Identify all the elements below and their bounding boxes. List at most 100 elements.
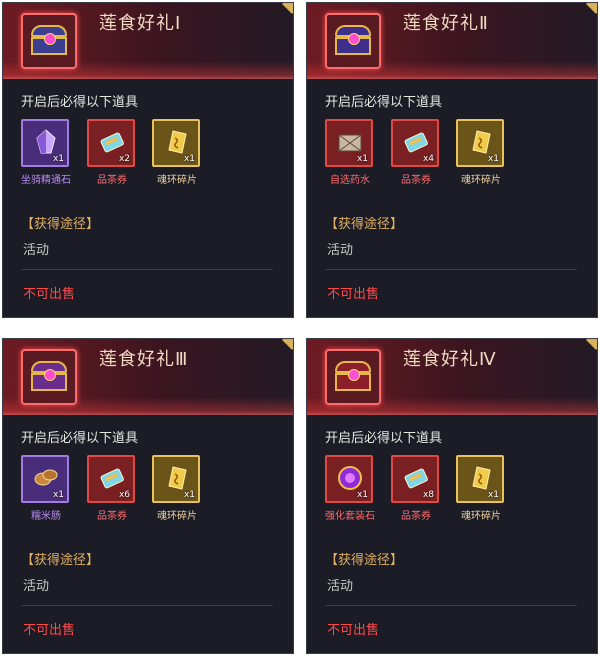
tea-ticket-icon xyxy=(99,465,125,491)
soul-ring-shard-icon xyxy=(164,129,190,155)
crystal-icon xyxy=(33,129,59,155)
item-name: 魂环碎片 xyxy=(157,511,197,522)
gift-title: 莲食好礼Ⅲ xyxy=(99,349,189,370)
item-slot[interactable]: x8 xyxy=(391,455,439,503)
item-count: x1 xyxy=(52,154,64,164)
contents-subtitle: 开启后必得以下道具 xyxy=(325,431,443,446)
reward-item[interactable]: x4 品茶券 xyxy=(391,119,441,186)
gift-title: 莲食好礼Ⅳ xyxy=(403,349,497,370)
contents-subtitle: 开启后必得以下道具 xyxy=(325,95,443,110)
chest-slot[interactable] xyxy=(21,349,77,405)
sell-status: 不可出售 xyxy=(327,623,380,638)
item-name: 自选药水 xyxy=(330,175,370,186)
source-label: 【获得途径】 xyxy=(21,553,100,568)
treasure-chest-icon xyxy=(31,361,67,391)
item-count: x1 xyxy=(356,154,368,164)
reward-item[interactable]: x1 糯米肠 xyxy=(21,455,71,522)
item-slot[interactable]: x2 xyxy=(87,119,135,167)
item-count: x4 xyxy=(422,154,434,164)
sell-status: 不可出售 xyxy=(23,623,76,638)
reward-item[interactable]: x1 坐骑精通石 xyxy=(21,119,71,186)
item-slot[interactable]: x1 xyxy=(152,455,200,503)
item-name: 品茶券 xyxy=(97,175,127,186)
soul-ring-shard-icon xyxy=(468,129,494,155)
treasure-chest-icon xyxy=(31,25,67,55)
reward-item[interactable]: x8 品茶券 xyxy=(391,455,441,522)
item-count: x1 xyxy=(52,490,64,500)
item-count: x2 xyxy=(118,154,130,164)
item-name: 品茶券 xyxy=(401,511,431,522)
tea-ticket-icon xyxy=(403,129,429,155)
reward-item[interactable]: x2 品茶券 xyxy=(87,119,137,186)
item-slot[interactable]: x1 xyxy=(152,119,200,167)
item-count: x6 xyxy=(118,490,130,500)
reward-item[interactable]: x6 品茶券 xyxy=(87,455,137,522)
item-slot[interactable]: x1 xyxy=(325,119,373,167)
item-count: x8 xyxy=(422,490,434,500)
contents-subtitle: 开启后必得以下道具 xyxy=(21,95,139,110)
chest-slot[interactable] xyxy=(325,349,381,405)
tea-ticket-icon xyxy=(99,129,125,155)
item-name: 坐骑精通石 xyxy=(21,175,71,186)
item-tooltip-card: 莲食好礼Ⅱ 开启后必得以下道具 x1 自选药水 x4 品茶券 x1 魂环碎片【获得途径】 活动不… xyxy=(306,2,598,318)
reward-item[interactable]: x1 自选药水 xyxy=(325,119,375,186)
gift-title: 莲食好礼Ⅰ xyxy=(99,13,182,34)
item-name: 魂环碎片 xyxy=(157,175,197,186)
reward-item-list: x1 自选药水 x4 品茶券 x1 魂环碎片 xyxy=(325,119,595,189)
potion-crate-icon xyxy=(337,129,363,155)
item-slot[interactable]: x4 xyxy=(391,119,439,167)
item-slot[interactable]: x1 xyxy=(21,119,69,167)
item-name: 魂环碎片 xyxy=(461,511,501,522)
tea-ticket-icon xyxy=(403,465,429,491)
reward-item[interactable]: x1 魂环碎片 xyxy=(456,119,506,186)
reward-item-list: x1 强化套装石 x8 品茶券 x1 魂环碎片 xyxy=(325,455,595,525)
item-slot[interactable]: x1 xyxy=(456,119,504,167)
source-value: 活动 xyxy=(327,579,354,594)
item-count: x1 xyxy=(183,490,195,500)
reward-item[interactable]: x1 强化套装石 xyxy=(325,455,375,522)
reward-item[interactable]: x1 魂环碎片 xyxy=(152,455,202,522)
item-tooltip-card: 莲食好礼Ⅳ 开启后必得以下道具 x1 强化套装石 x8 品茶券 x1 魂环碎片【获得途径】 活动… xyxy=(306,338,598,654)
reward-item-list: x1 坐骑精通石 x2 品茶券 x1 魂环碎片 xyxy=(21,119,291,189)
divider xyxy=(325,269,577,270)
enhance-orb-icon xyxy=(337,465,363,491)
item-name: 强化套装石 xyxy=(325,511,375,522)
divider xyxy=(21,605,273,606)
gift-title: 莲食好礼Ⅱ xyxy=(403,13,489,34)
item-count: x1 xyxy=(183,154,195,164)
sausage-icon xyxy=(33,465,59,491)
source-value: 活动 xyxy=(23,243,50,258)
item-count: x1 xyxy=(487,490,499,500)
chest-slot[interactable] xyxy=(21,13,77,69)
soul-ring-shard-icon xyxy=(164,465,190,491)
item-slot[interactable]: x6 xyxy=(87,455,135,503)
item-name: 糯米肠 xyxy=(31,511,61,522)
source-label: 【获得途径】 xyxy=(325,217,404,232)
item-tooltip-card: 莲食好礼Ⅰ 开启后必得以下道具 x1 坐骑精通石 x2 品茶券 x1 魂环碎片【获得途径】 活动… xyxy=(2,2,294,318)
reward-item[interactable]: x1 魂环碎片 xyxy=(152,119,202,186)
item-slot[interactable]: x1 xyxy=(21,455,69,503)
item-slot[interactable]: x1 xyxy=(456,455,504,503)
treasure-chest-icon xyxy=(335,25,371,55)
item-count: x1 xyxy=(356,490,368,500)
item-tooltip-card: 莲食好礼Ⅲ 开启后必得以下道具 x1 糯米肠 x6 品茶券 x1 魂环碎片【获得途径】 活动不可… xyxy=(2,338,294,654)
divider xyxy=(21,269,273,270)
chest-slot[interactable] xyxy=(325,13,381,69)
source-label: 【获得途径】 xyxy=(21,217,100,232)
source-label: 【获得途径】 xyxy=(325,553,404,568)
source-value: 活动 xyxy=(23,579,50,594)
item-count: x1 xyxy=(487,154,499,164)
sell-status: 不可出售 xyxy=(23,287,76,302)
reward-item-list: x1 糯米肠 x6 品茶券 x1 魂环碎片 xyxy=(21,455,291,525)
item-name: 品茶券 xyxy=(97,511,127,522)
divider xyxy=(325,605,577,606)
contents-subtitle: 开启后必得以下道具 xyxy=(21,431,139,446)
soul-ring-shard-icon xyxy=(468,465,494,491)
item-slot[interactable]: x1 xyxy=(325,455,373,503)
treasure-chest-icon xyxy=(335,361,371,391)
source-value: 活动 xyxy=(327,243,354,258)
item-name: 魂环碎片 xyxy=(461,175,501,186)
sell-status: 不可出售 xyxy=(327,287,380,302)
reward-item[interactable]: x1 魂环碎片 xyxy=(456,455,506,522)
item-name: 品茶券 xyxy=(401,175,431,186)
